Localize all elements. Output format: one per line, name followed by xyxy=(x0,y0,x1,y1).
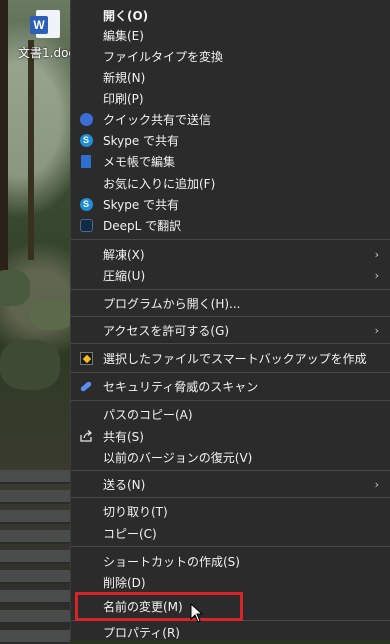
boardwalk-plank xyxy=(0,530,70,544)
submenu-arrow-icon: › xyxy=(374,323,379,337)
menu-item-deepl-translate[interactable]: DeepL で翻訳 xyxy=(71,215,390,235)
mossy-rock xyxy=(0,340,60,390)
scan-icon xyxy=(79,379,93,393)
share-icon xyxy=(79,429,93,443)
menu-separator xyxy=(71,289,390,290)
boardwalk-plank xyxy=(0,470,70,484)
skype-icon: S xyxy=(79,197,93,211)
menu-item-skype-share-2[interactable]: S Skype で共有 xyxy=(71,194,390,214)
quick-share-icon xyxy=(79,112,93,126)
menu-item-create-shortcut[interactable]: ショートカットの作成(S) xyxy=(71,551,390,571)
boardwalk-plank xyxy=(0,630,70,644)
mossy-rock xyxy=(30,300,74,330)
menu-item-extract[interactable]: 解凍(X) › xyxy=(71,244,390,264)
menu-item-edit[interactable]: 編集(E) xyxy=(71,25,390,45)
menu-item-print[interactable]: 印刷(P) xyxy=(71,88,390,108)
boardwalk-plank xyxy=(0,490,70,504)
menu-separator xyxy=(71,400,390,401)
deepl-icon xyxy=(79,218,93,232)
menu-item-new[interactable]: 新規(N) xyxy=(71,67,390,87)
menu-item-open[interactable]: 開く(O) xyxy=(71,5,390,25)
boardwalk-plank xyxy=(0,610,70,624)
menu-item-send-to[interactable]: 送る(N) › xyxy=(71,474,390,494)
menu-item-cut[interactable]: 切り取り(T) xyxy=(71,501,390,521)
menu-item-properties[interactable]: プロパティ(R) xyxy=(71,622,390,642)
menu-item-smart-backup[interactable]: 選択したファイルでスマートバックアップを作成 xyxy=(71,348,390,368)
menu-item-copy[interactable]: コピー(C) xyxy=(71,523,390,543)
mouse-cursor-icon xyxy=(190,603,204,623)
menu-separator xyxy=(71,316,390,317)
boardwalk-plank xyxy=(0,550,70,564)
menu-item-share[interactable]: 共有(S) xyxy=(71,426,390,446)
boardwalk-plank xyxy=(0,570,70,584)
word-document-icon: W xyxy=(30,10,60,38)
mossy-rock xyxy=(0,270,30,306)
submenu-arrow-icon: › xyxy=(374,247,379,261)
menu-separator xyxy=(71,620,390,621)
menu-item-rename[interactable]: 名前の変更(M) xyxy=(71,596,390,616)
menu-item-compress[interactable]: 圧縮(U) › xyxy=(71,265,390,285)
menu-separator xyxy=(71,372,390,373)
menu-item-notepad-edit[interactable]: メモ帳で編集 xyxy=(71,151,390,171)
menu-item-restore-versions[interactable]: 以前のバージョンの復元(V) xyxy=(71,447,390,467)
menu-item-open-with[interactable]: プログラムから開く(H)... xyxy=(71,293,390,313)
submenu-arrow-icon: › xyxy=(374,268,379,282)
skype-icon: S xyxy=(79,133,93,147)
tree-trunk xyxy=(0,0,8,300)
menu-separator xyxy=(71,239,390,240)
backup-icon xyxy=(79,351,93,365)
menu-item-copy-path[interactable]: パスのコピー(A) xyxy=(71,404,390,424)
submenu-arrow-icon: › xyxy=(374,477,379,491)
menu-separator xyxy=(71,497,390,498)
context-menu: 開く(O) 編集(E) ファイルタイプを変換 新規(N) 印刷(P) クイック共… xyxy=(70,0,390,640)
notepad-icon xyxy=(79,154,93,168)
desktop-file-icon[interactable]: W 文書1.doc xyxy=(18,6,75,66)
desktop-file-label: 文書1.doc xyxy=(18,46,76,60)
menu-item-quick-share[interactable]: クイック共有で送信 xyxy=(71,109,390,129)
boardwalk-plank xyxy=(0,510,70,524)
menu-separator xyxy=(71,470,390,471)
boardwalk-plank xyxy=(0,590,70,604)
menu-item-give-access[interactable]: アクセスを許可する(G) › xyxy=(71,320,390,340)
menu-item-delete[interactable]: 削除(D) xyxy=(71,572,390,592)
menu-item-convert-filetype[interactable]: ファイルタイプを変換 xyxy=(71,46,390,66)
menu-item-skype-share[interactable]: S Skype で共有 xyxy=(71,130,390,150)
menu-item-add-favorites[interactable]: お気に入りに追加(F) xyxy=(71,173,390,193)
menu-separator xyxy=(71,546,390,547)
tree-trunk xyxy=(28,40,34,260)
menu-item-security-scan[interactable]: セキュリティ脅威のスキャン xyxy=(71,376,390,396)
menu-separator xyxy=(71,343,390,344)
